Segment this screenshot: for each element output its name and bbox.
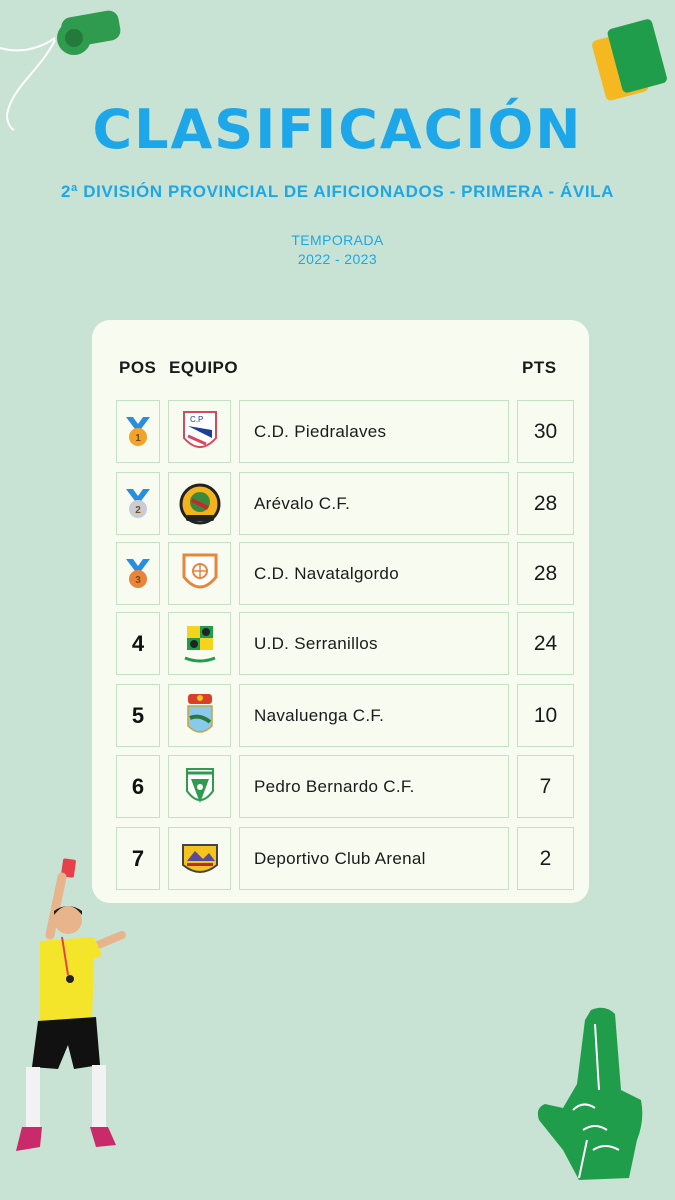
- serranillos-crest-icon: [168, 612, 231, 675]
- season-label: TEMPORADA: [291, 232, 384, 248]
- points-cell: 30: [517, 400, 574, 463]
- header-team: EQUIPO: [169, 358, 239, 377]
- season-info: TEMPORADA 2022 - 2023: [0, 231, 675, 269]
- team-name: C.D. Navatalgordo: [239, 542, 509, 605]
- team-name: Deportivo Club Arenal: [239, 827, 509, 890]
- position-number: 6: [131, 773, 145, 799]
- medal-rank: 3: [135, 575, 141, 586]
- bronze-medal-icon: 3: [126, 558, 150, 588]
- position-cell: 1: [116, 400, 160, 463]
- position-cell: 3: [116, 542, 160, 605]
- header-pos: POS: [119, 358, 157, 377]
- points-cell: 10: [517, 684, 574, 747]
- position-cell: 6: [116, 755, 160, 818]
- position-number: 4: [131, 630, 145, 656]
- navaluenga-crest-icon: [168, 684, 231, 747]
- navatalgordo-crest-icon: [168, 542, 231, 605]
- referee-cards-icon: [592, 19, 667, 101]
- points-cell: 2: [517, 827, 574, 890]
- points-cell: 28: [517, 472, 574, 535]
- division-subtitle: 2ª DIVISIÓN PROVINCIAL DE AIFICIONADOS -…: [60, 182, 615, 201]
- position-cell: 2: [116, 472, 160, 535]
- position-number: 5: [131, 702, 145, 728]
- points-cell: 28: [517, 542, 574, 605]
- arenal-crest-icon: [168, 827, 231, 890]
- arevalo-crest-icon: [168, 472, 231, 535]
- medal-rank: 1: [135, 433, 141, 444]
- team-name: Navaluenga C.F.: [239, 684, 509, 747]
- team-name: U.D. Serranillos: [239, 612, 509, 675]
- referee-illustration: [16, 858, 126, 1151]
- gold-medal-icon: 1: [126, 416, 150, 446]
- medal-rank: 2: [135, 505, 141, 516]
- position-cell: 4: [116, 612, 160, 675]
- team-name: Pedro Bernardo C.F.: [239, 755, 509, 818]
- header-pts: PTS: [522, 358, 557, 377]
- team-name: Arévalo C.F.: [239, 472, 509, 535]
- points-cell: 24: [517, 612, 574, 675]
- silver-medal-icon: 2: [126, 488, 150, 518]
- team-name: C.D. Piedralaves: [239, 400, 509, 463]
- points-cell: 7: [517, 755, 574, 818]
- page-title: CLASIFICACIÓN: [92, 98, 583, 161]
- season-years: 2022 - 2023: [297, 251, 378, 267]
- svg-text:C.P: C.P: [190, 415, 203, 424]
- foam-finger-icon: [537, 1007, 643, 1180]
- pedro-bernardo-crest-icon: [168, 755, 231, 818]
- position-cell: 5: [116, 684, 160, 747]
- piedralaves-crest-icon: C.P: [168, 400, 231, 463]
